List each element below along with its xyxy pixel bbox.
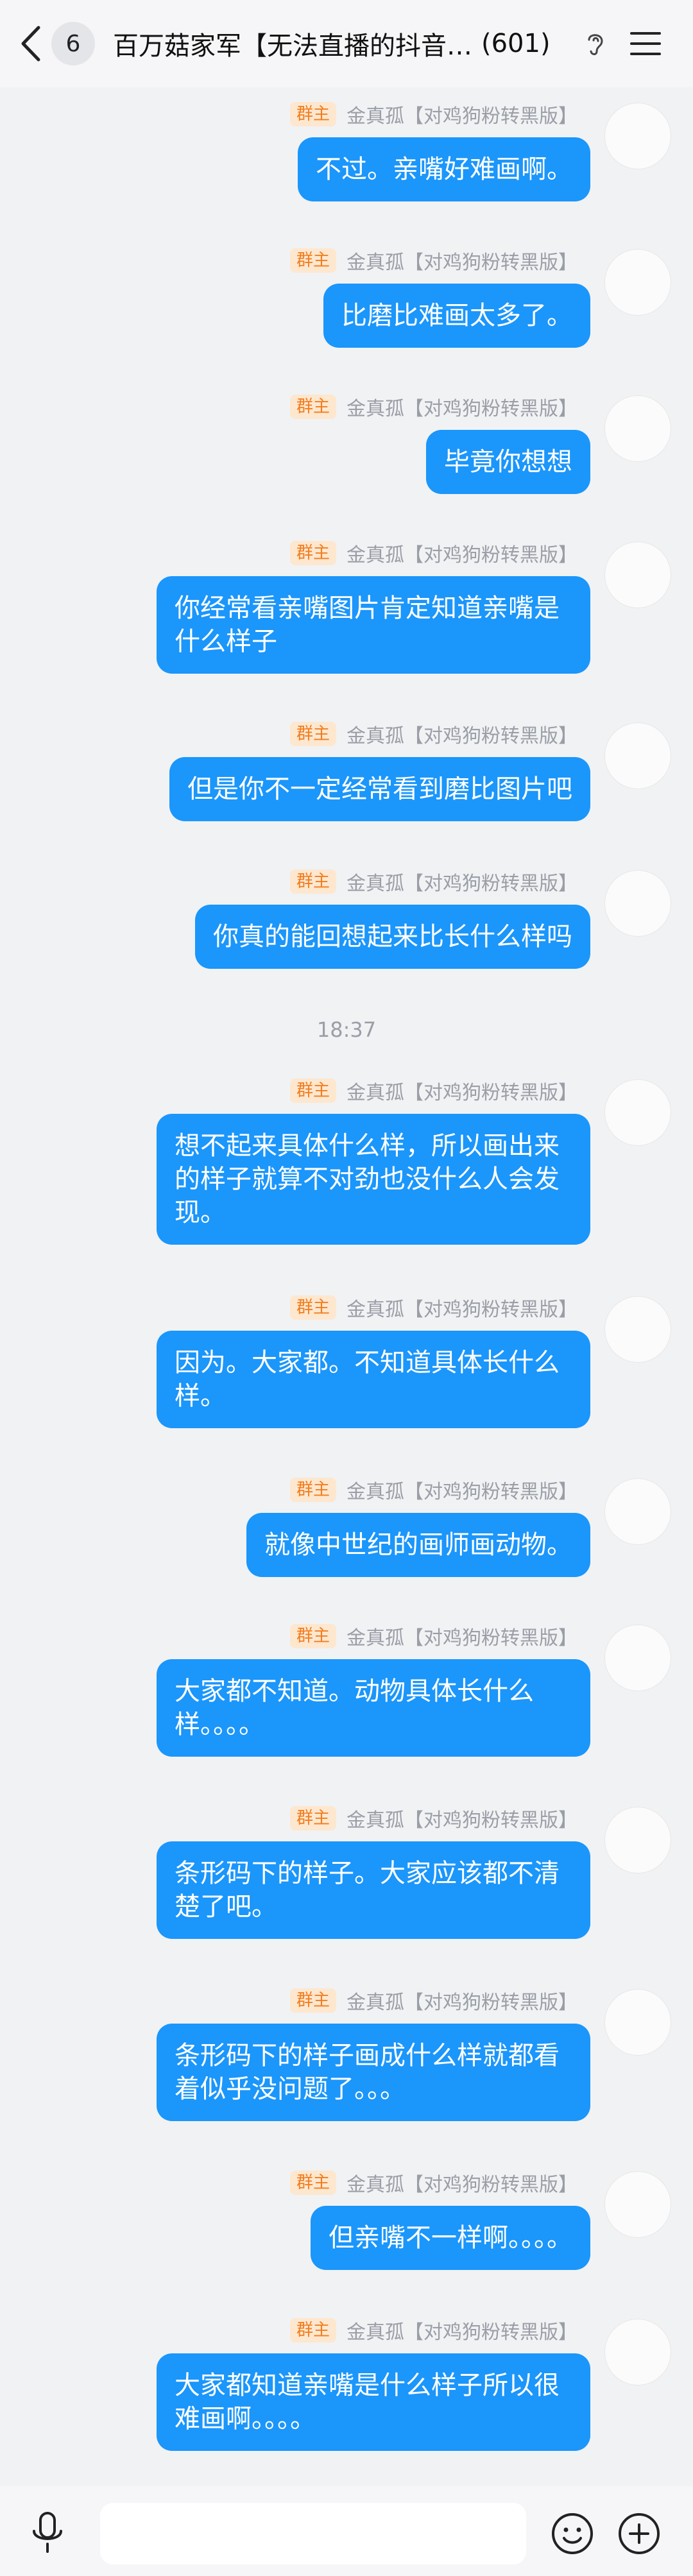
message-bubble[interactable]: 比磨比难画太多了。 <box>323 284 590 348</box>
avatar[interactable] <box>604 1625 671 1691</box>
sender-name[interactable]: 金真孤【对鸡狗粉转黑版】 <box>346 2316 578 2344</box>
sender-meta: 群主 金真孤【对鸡狗粉转黑版】 <box>289 393 578 421</box>
avatar[interactable] <box>604 1478 671 1545</box>
owner-badge: 群主 <box>289 102 336 126</box>
message-input[interactable] <box>100 2503 526 2564</box>
sender-name[interactable]: 金真孤【对鸡狗粉转黑版】 <box>346 100 578 128</box>
owner-badge: 群主 <box>289 2318 336 2342</box>
avatar[interactable] <box>604 103 671 169</box>
message-bubble[interactable]: 条形码下的样子。大家应该都不清楚了吧。 <box>157 1841 590 1939</box>
message-bubble[interactable]: 你真的能回想起来比长什么样吗 <box>195 905 590 969</box>
sender-name[interactable]: 金真孤【对鸡狗粉转黑版】 <box>346 246 578 275</box>
owner-badge: 群主 <box>289 1624 336 1648</box>
unread-count-badge: 6 <box>51 22 95 65</box>
message-bubble[interactable]: 想不起来具体什么样，所以画出来的样子就算不对劲也没什么人会发现。 <box>157 1114 590 1245</box>
sender-meta: 群主 金真孤【对鸡狗粉转黑版】 <box>289 2169 578 2197</box>
avatar[interactable] <box>604 2319 671 2385</box>
sender-name[interactable]: 金真孤【对鸡狗粉转黑版】 <box>346 393 578 421</box>
owner-badge: 群主 <box>289 248 336 273</box>
owner-badge: 群主 <box>289 2171 336 2195</box>
avatar[interactable] <box>604 542 671 608</box>
sender-meta: 群主 金真孤【对鸡狗粉转黑版】 <box>289 246 578 275</box>
owner-badge: 群主 <box>289 1988 336 2013</box>
owner-badge: 群主 <box>289 1079 336 1103</box>
chat-header: 6 百万菇家军【无法直播的抖音… (601) <box>0 0 693 87</box>
input-bar <box>0 2486 693 2576</box>
back-button[interactable]: 6 <box>18 22 101 65</box>
sender-meta: 群主 金真孤【对鸡狗粉转黑版】 <box>289 867 578 896</box>
message-bubble[interactable]: 因为。大家都。不知道具体长什么样。 <box>157 1331 590 1428</box>
sender-name[interactable]: 金真孤【对鸡狗粉转黑版】 <box>346 1986 578 2015</box>
message-bubble[interactable]: 不过。亲嘴好难画啊。 <box>298 137 590 201</box>
message-bubble[interactable]: 你经常看亲嘴图片肯定知道亲嘴是什么样子 <box>157 576 590 674</box>
avatar[interactable] <box>604 1807 671 1873</box>
sender-name[interactable]: 金真孤【对鸡狗粉转黑版】 <box>346 2169 578 2197</box>
owner-badge: 群主 <box>289 1478 336 1502</box>
chat-title[interactable]: 百万菇家军【无法直播的抖音… (601) <box>113 23 575 64</box>
avatar[interactable] <box>604 1296 671 1363</box>
sender-name[interactable]: 金真孤【对鸡狗粉转黑版】 <box>346 1293 578 1322</box>
message-bubble[interactable]: 条形码下的样子画成什么样就都看着似乎没问题了。。。 <box>157 2024 590 2121</box>
hamburger-menu-icon[interactable] <box>629 28 662 59</box>
sender-meta: 群主 金真孤【对鸡狗粉转黑版】 <box>289 2316 578 2344</box>
message-bubble[interactable]: 但亲嘴不一样啊。。。。 <box>311 2206 590 2270</box>
owner-badge: 群主 <box>289 722 336 746</box>
avatar[interactable] <box>604 1989 671 2056</box>
avatar[interactable] <box>604 2171 671 2238</box>
sender-meta: 群主 金真孤【对鸡狗粉转黑版】 <box>289 1804 578 1832</box>
sender-name[interactable]: 金真孤【对鸡狗粉转黑版】 <box>346 1476 578 1504</box>
sender-name[interactable]: 金真孤【对鸡狗粉转黑版】 <box>346 539 578 567</box>
sender-meta: 群主 金真孤【对鸡狗粉转黑版】 <box>289 1077 578 1105</box>
sender-name[interactable]: 金真孤【对鸡狗粉转黑版】 <box>346 720 578 748</box>
group-name: 百万菇家军【无法直播的抖音… <box>113 31 472 61</box>
avatar[interactable] <box>604 249 671 316</box>
sender-name[interactable]: 金真孤【对鸡狗粉转黑版】 <box>346 1804 578 1832</box>
smiley-icon[interactable] <box>551 2512 594 2555</box>
avatar[interactable] <box>604 870 671 937</box>
sender-meta: 群主 金真孤【对鸡狗粉转黑版】 <box>289 1622 578 1650</box>
sender-name[interactable]: 金真孤【对鸡狗粉转黑版】 <box>346 1622 578 1650</box>
chevron-left-icon <box>21 26 40 62</box>
message-bubble[interactable]: 大家都不知道。动物具体长什么样。。。。 <box>157 1659 590 1757</box>
owner-badge: 群主 <box>289 1295 336 1320</box>
message-bubble[interactable]: 大家都知道亲嘴是什么样子所以很难画啊。。。。 <box>157 2353 590 2451</box>
sender-meta: 群主 金真孤【对鸡狗粉转黑版】 <box>289 100 578 128</box>
owner-badge: 群主 <box>289 869 336 894</box>
sender-name[interactable]: 金真孤【对鸡狗粉转黑版】 <box>346 867 578 896</box>
timestamp: 18:37 <box>316 1018 377 1042</box>
sender-meta: 群主 金真孤【对鸡狗粉转黑版】 <box>289 1986 578 2015</box>
sender-name[interactable]: 金真孤【对鸡狗粉转黑版】 <box>346 1077 578 1105</box>
avatar[interactable] <box>604 395 671 462</box>
message-bubble[interactable]: 但是你不一定经常看到磨比图片吧 <box>169 757 590 821</box>
owner-badge: 群主 <box>289 1806 336 1830</box>
microphone-icon[interactable] <box>28 2511 67 2555</box>
owner-badge: 群主 <box>289 395 336 419</box>
sender-meta: 群主 金真孤【对鸡狗粉转黑版】 <box>289 1293 578 1322</box>
plus-circle-icon[interactable] <box>617 2512 661 2555</box>
sender-meta: 群主 金真孤【对鸡狗粉转黑版】 <box>289 539 578 567</box>
message-bubble[interactable]: 就像中世纪的画师画动物。 <box>246 1513 590 1577</box>
avatar[interactable] <box>604 1079 671 1146</box>
sender-meta: 群主 金真孤【对鸡狗粉转黑版】 <box>289 1476 578 1504</box>
ear-icon[interactable] <box>583 30 608 58</box>
avatar[interactable] <box>604 722 671 789</box>
owner-badge: 群主 <box>289 541 336 565</box>
sender-meta: 群主 金真孤【对鸡狗粉转黑版】 <box>289 720 578 748</box>
member-count: (601) <box>481 29 551 58</box>
message-bubble[interactable]: 毕竟你想想 <box>426 430 590 494</box>
